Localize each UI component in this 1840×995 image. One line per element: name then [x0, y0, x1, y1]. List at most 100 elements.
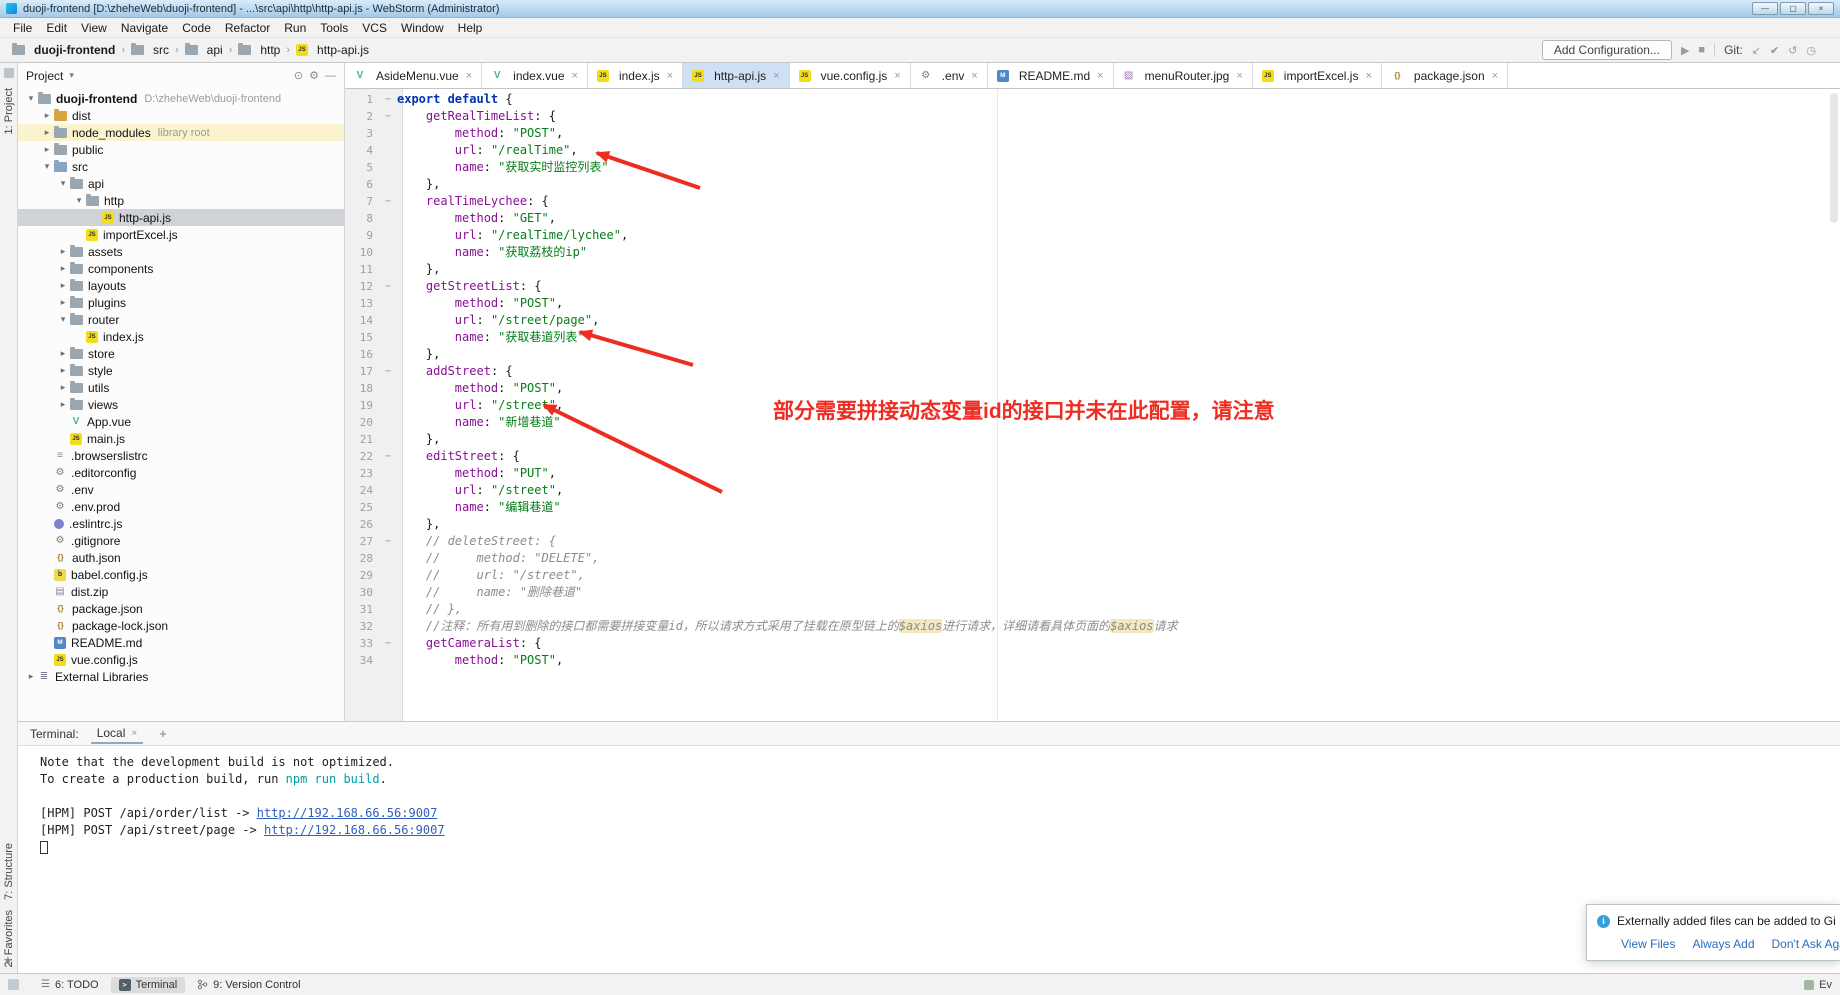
tree-item-gitignore[interactable]: ⚙.gitignore: [18, 532, 344, 549]
run-icon[interactable]: ▶: [1681, 44, 1689, 57]
tab-close-icon[interactable]: ×: [1492, 70, 1498, 82]
collapse-arrow-icon[interactable]: ▾: [72, 195, 86, 206]
tab-close-icon[interactable]: ×: [1236, 70, 1242, 82]
tab-readme-md[interactable]: MREADME.md×: [988, 63, 1114, 88]
tree-item-babel-config-js[interactable]: bbabel.config.js: [18, 566, 344, 583]
new-terminal-session-icon[interactable]: +: [155, 726, 171, 741]
tree-item-external-libraries[interactable]: ▸≣External Libraries: [18, 668, 344, 685]
tab-http-api-js[interactable]: JShttp-api.js×: [683, 63, 789, 88]
tab-package-json[interactable]: {}package.json×: [1382, 63, 1508, 88]
tree-item-vue-config-js[interactable]: JSvue.config.js: [18, 651, 344, 668]
menu-item-file[interactable]: File: [6, 19, 39, 37]
terminal-tab-local[interactable]: Local ×: [91, 723, 144, 744]
notification-action-don-t-ask-agai[interactable]: Don't Ask Agai: [1772, 937, 1840, 951]
tree-item-public[interactable]: ▸public: [18, 141, 344, 158]
tab-menurouter-jpg[interactable]: ▨menuRouter.jpg×: [1114, 63, 1253, 88]
git-update-icon[interactable]: ↙: [1752, 44, 1761, 57]
expand-arrow-icon[interactable]: ▸: [56, 382, 70, 393]
tree-item-auth-json[interactable]: {}auth.json: [18, 549, 344, 566]
tab-importexcel-js[interactable]: JSimportExcel.js×: [1253, 63, 1382, 88]
tree-item-duoji-frontend[interactable]: ▾duoji-frontendD:\zheheWeb\duoji-fronten…: [18, 90, 344, 107]
notification-action-always-add[interactable]: Always Add: [1692, 937, 1754, 951]
tree-item-utils[interactable]: ▸utils: [18, 379, 344, 396]
tree-item-layouts[interactable]: ▸layouts: [18, 277, 344, 294]
tree-item-editorconfig[interactable]: ⚙.editorconfig: [18, 464, 344, 481]
fold-marker-icon[interactable]: −: [379, 278, 397, 295]
add-configuration-button[interactable]: Add Configuration...: [1542, 40, 1672, 60]
notification-action-view-files[interactable]: View Files: [1621, 937, 1675, 951]
expand-arrow-icon[interactable]: ▸: [24, 671, 38, 682]
expand-arrow-icon[interactable]: ▸: [56, 399, 70, 410]
tree-item-router[interactable]: ▾router: [18, 311, 344, 328]
stop-icon[interactable]: ■: [1698, 44, 1705, 56]
tree-item-components[interactable]: ▸components: [18, 260, 344, 277]
locate-file-icon[interactable]: ⊙: [294, 69, 303, 82]
tab-close-icon[interactable]: ×: [971, 70, 977, 82]
tool-button-1-project[interactable]: 1: Project: [3, 88, 15, 134]
tab-close-icon[interactable]: ×: [1097, 70, 1103, 82]
menu-item-run[interactable]: Run: [277, 19, 313, 37]
tree-item-api[interactable]: ▾api: [18, 175, 344, 192]
menu-item-help[interactable]: Help: [451, 19, 490, 37]
expand-arrow-icon[interactable]: ▸: [56, 365, 70, 376]
tab-close-icon[interactable]: ×: [466, 70, 472, 82]
tree-item-package-lock-json[interactable]: {}package-lock.json: [18, 617, 344, 634]
editor-scrollbar[interactable]: [1830, 93, 1838, 223]
fold-marker-icon[interactable]: −: [379, 533, 397, 550]
tree-item-dist[interactable]: ▸dist: [18, 107, 344, 124]
event-log-icon[interactable]: [1804, 980, 1814, 990]
statusbar-item-6-todo[interactable]: ☰6: TODO: [33, 977, 107, 993]
tab-close-icon[interactable]: ×: [667, 70, 673, 82]
menu-item-tools[interactable]: Tools: [313, 19, 355, 37]
collapse-arrow-icon[interactable]: ▾: [56, 314, 70, 325]
tree-item-env-prod[interactable]: ⚙.env.prod: [18, 498, 344, 515]
breadcrumb-item-http[interactable]: http: [236, 43, 282, 57]
terminal-output[interactable]: Note that the development build is not o…: [18, 746, 1840, 973]
tree-item-index-js[interactable]: JSindex.js: [18, 328, 344, 345]
tree-item-src[interactable]: ▾src: [18, 158, 344, 175]
history-icon[interactable]: ◷: [1806, 44, 1816, 57]
git-revert-icon[interactable]: ↺: [1788, 44, 1797, 57]
fold-marker-icon[interactable]: −: [379, 91, 397, 108]
collapse-arrow-icon[interactable]: ▾: [24, 93, 38, 104]
tab-close-icon[interactable]: ×: [1365, 70, 1371, 82]
tree-item-browserslistrc[interactable]: ≡.browserslistrc: [18, 447, 344, 464]
tool-button-7-structure[interactable]: 7: Structure: [3, 843, 15, 900]
gear-icon[interactable]: ⚙: [309, 69, 319, 82]
tab-close-icon[interactable]: ×: [894, 70, 900, 82]
tree-item-http-api-js[interactable]: JShttp-api.js: [18, 209, 344, 226]
maximize-button[interactable]: ▢: [1780, 2, 1806, 15]
tree-item-style[interactable]: ▸style: [18, 362, 344, 379]
tree-item-importexcel-js[interactable]: JSimportExcel.js: [18, 226, 344, 243]
menu-item-code[interactable]: Code: [175, 19, 218, 37]
expand-arrow-icon[interactable]: ▸: [40, 144, 54, 155]
breadcrumb-item-src[interactable]: src: [129, 43, 171, 57]
menu-item-vcs[interactable]: VCS: [355, 19, 394, 37]
tab-close-icon[interactable]: ×: [572, 70, 578, 82]
menu-item-navigate[interactable]: Navigate: [114, 19, 175, 37]
terminal-link[interactable]: http://192.168.66.56:9007: [264, 823, 445, 837]
tree-item-app-vue[interactable]: VApp.vue: [18, 413, 344, 430]
menu-item-view[interactable]: View: [74, 19, 114, 37]
menu-item-window[interactable]: Window: [394, 19, 451, 37]
tree-item-node-modules[interactable]: ▸node_moduleslibrary root: [18, 124, 344, 141]
tab-vue-config-js[interactable]: JSvue.config.js×: [790, 63, 911, 88]
expand-arrow-icon[interactable]: ▸: [40, 110, 54, 121]
tab-index-js[interactable]: JSindex.js×: [588, 63, 683, 88]
tree-item-readme-md[interactable]: MREADME.md: [18, 634, 344, 651]
terminal-link[interactable]: http://192.168.66.56:9007: [257, 806, 438, 820]
terminal-tab-close-icon[interactable]: ×: [131, 728, 137, 739]
statusbar-item-9-version-control[interactable]: 9: Version Control: [189, 977, 308, 993]
fold-marker-icon[interactable]: −: [379, 193, 397, 210]
collapse-arrow-icon[interactable]: ▾: [40, 161, 54, 172]
breadcrumb-item-api[interactable]: api: [183, 43, 225, 57]
tree-item-views[interactable]: ▸views: [18, 396, 344, 413]
tree-item-store[interactable]: ▸store: [18, 345, 344, 362]
tree-item-http[interactable]: ▾http: [18, 192, 344, 209]
collapse-arrow-icon[interactable]: ▾: [56, 178, 70, 189]
event-log-label[interactable]: Ev: [1819, 979, 1832, 991]
tree-item-eslintrc-js[interactable]: .eslintrc.js: [18, 515, 344, 532]
git-commit-icon[interactable]: ✔: [1770, 44, 1779, 57]
expand-arrow-icon[interactable]: ▸: [40, 127, 54, 138]
tree-item-assets[interactable]: ▸assets: [18, 243, 344, 260]
